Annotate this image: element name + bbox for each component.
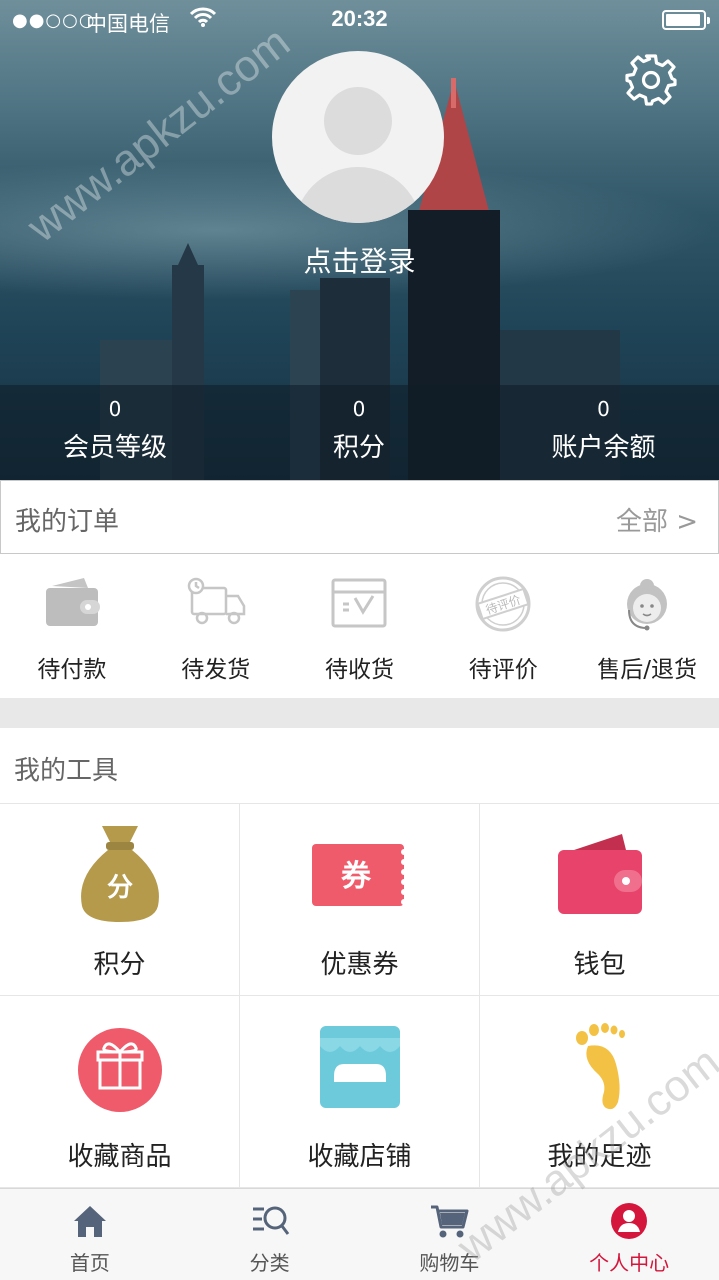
- user-placeholder-body: [294, 167, 422, 223]
- wallet-icon: [557, 834, 642, 914]
- tab-cart[interactable]: 购物车: [360, 1189, 540, 1280]
- settings-button[interactable]: [623, 52, 679, 108]
- coupon-icon: 券: [311, 844, 407, 906]
- gear-icon: [625, 54, 677, 106]
- stat-points[interactable]: 0 积分: [230, 390, 488, 480]
- background-spire-tip: [451, 78, 456, 108]
- order-status-label: 待发货: [181, 657, 251, 683]
- tool-label: 收藏商品: [67, 1142, 172, 1172]
- tool-favorite-products[interactable]: 收藏商品: [0, 996, 240, 1188]
- points-bag-text: 分: [106, 873, 132, 903]
- order-status-label: 待收货: [324, 657, 394, 683]
- tool-label: 我的足迹: [547, 1142, 652, 1172]
- coupon-text: 券: [341, 859, 372, 894]
- section-title: 我的工具: [14, 756, 119, 786]
- my-orders-header[interactable]: 我的订单 全部 >: [0, 480, 719, 554]
- stat-value: 0: [352, 397, 366, 421]
- review-stamp-icon: 待评价: [475, 576, 531, 632]
- tab-profile[interactable]: 个人中心: [539, 1189, 719, 1280]
- view-all-orders-link[interactable]: 全部 >: [616, 501, 698, 538]
- order-status-label: 待付款: [37, 657, 107, 683]
- tab-label: 个人中心: [589, 1251, 670, 1275]
- stat-balance[interactable]: 0 账户余额: [488, 390, 719, 480]
- order-status-label: 待评价: [468, 657, 538, 683]
- home-icon: [73, 1206, 106, 1237]
- tool-label: 优惠券: [320, 950, 399, 980]
- tool-label: 积分: [93, 950, 146, 980]
- status-bar: ●●○○○ 中国电信 20:32: [0, 0, 719, 40]
- order-status-row: 待付款 待发货 待收货 待评价 待评价 售后/退货: [0, 554, 719, 698]
- section-divider: [0, 698, 719, 728]
- tool-wallet[interactable]: 钱包: [480, 804, 719, 996]
- user-placeholder-icon: [324, 87, 392, 155]
- user-icon: [611, 1203, 648, 1239]
- order-pending-payment[interactable]: 待付款: [0, 554, 144, 698]
- stat-label: 账户余额: [551, 433, 656, 463]
- store-icon: [319, 1026, 400, 1108]
- order-pending-review[interactable]: 待评价 待评价: [431, 554, 575, 698]
- tool-coupon[interactable]: 券 优惠券: [240, 804, 480, 996]
- cart-icon: [431, 1205, 469, 1238]
- order-after-sales[interactable]: 售后/退货: [575, 554, 719, 698]
- tab-label: 购物车: [419, 1251, 480, 1275]
- avatar[interactable]: [272, 51, 444, 223]
- tab-label: 分类: [249, 1251, 290, 1275]
- tool-favorite-stores[interactable]: 收藏店铺: [240, 996, 480, 1188]
- points-bag-icon: 分: [80, 826, 159, 922]
- my-tools-header: 我的工具: [0, 728, 719, 804]
- stat-label: 会员等级: [62, 433, 167, 463]
- gift-icon: [77, 1028, 162, 1112]
- stat-label: 积分: [332, 433, 385, 463]
- footprint-icon: [575, 1023, 625, 1110]
- stat-value: 0: [597, 397, 610, 421]
- tool-label: 收藏店铺: [307, 1142, 412, 1172]
- stat-value: 0: [108, 397, 122, 421]
- tool-label: 钱包: [573, 950, 626, 980]
- tool-points[interactable]: 分 积分: [0, 804, 240, 996]
- bottom-tab-bar: 首页 分类 购物车 个人中心: [0, 1188, 719, 1280]
- truck-icon: [187, 577, 245, 625]
- order-pending-receipt[interactable]: 待收货: [288, 554, 432, 698]
- tab-label: 首页: [69, 1251, 110, 1275]
- tab-category[interactable]: 分类: [180, 1189, 360, 1280]
- stat-member-level[interactable]: 0 会员等级: [0, 390, 230, 480]
- account-stats: 0 会员等级 0 积分 0 账户余额: [0, 390, 719, 480]
- tab-home[interactable]: 首页: [0, 1189, 180, 1280]
- section-title: 我的订单: [15, 507, 120, 537]
- profile-header: ●●○○○ 中国电信 20:32 点击登录 0 会员等级 0 积分 0 账户余额…: [0, 0, 719, 480]
- clock: 20:32: [331, 6, 388, 31]
- login-link[interactable]: 点击登录: [0, 240, 719, 280]
- order-status-label: 售后/退货: [597, 657, 697, 683]
- category-search-icon: [252, 1206, 289, 1235]
- battery-icon: [662, 10, 710, 30]
- tool-footprints[interactable]: 我的足迹: [480, 996, 719, 1188]
- order-pending-shipment[interactable]: 待发货: [144, 554, 288, 698]
- box-icon: [331, 578, 387, 628]
- tools-grid: 分 积分 券 优惠券 钱包 收藏商品 收藏店铺 我的足迹: [0, 804, 719, 1188]
- customer-service-icon: [627, 579, 668, 631]
- wallet-icon: [45, 578, 100, 626]
